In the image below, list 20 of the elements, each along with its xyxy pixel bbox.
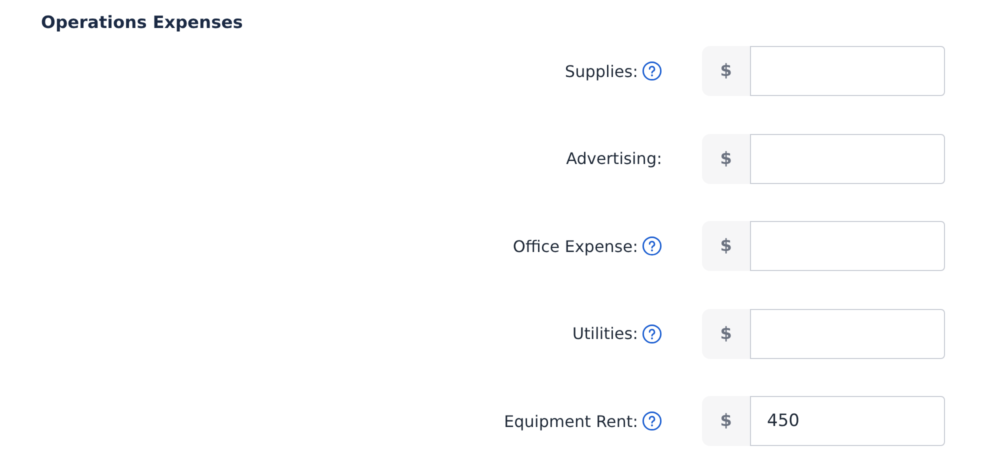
section-title: Operations Expenses [40, 12, 244, 33]
currency-prefix: $ [702, 134, 750, 184]
currency-prefix: $ [702, 221, 750, 271]
help-icon[interactable] [642, 236, 662, 256]
field-label: Utilities: [572, 324, 638, 343]
amount-field[interactable] [750, 221, 945, 271]
currency-prefix: $ [702, 308, 750, 358]
help-icon[interactable] [642, 61, 662, 81]
help-icon[interactable] [642, 324, 662, 344]
field-label: Equipment Rent: [504, 412, 638, 430]
field-label: Advertising: [566, 149, 662, 168]
help-icon[interactable] [642, 411, 662, 431]
amount-field[interactable] [750, 308, 945, 358]
currency-prefix: $ [702, 396, 750, 446]
field-label: Supplies: [564, 62, 638, 80]
amount-field[interactable] [750, 46, 945, 96]
currency-prefix: $ [702, 46, 750, 96]
amount-field[interactable] [750, 134, 945, 184]
field-label: Office Expense: [512, 236, 638, 256]
amount-field[interactable]: 450 [750, 396, 945, 446]
